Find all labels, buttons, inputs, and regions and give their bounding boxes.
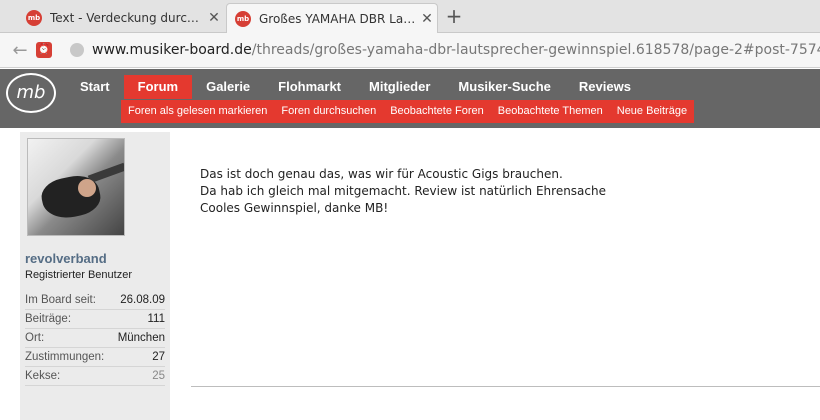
site-header: mb Start Forum Galerie Flohmarkt Mitglie… [0, 69, 820, 128]
user-stats: Im Board seit: 26.08.09 Beiträge: 111 Or… [25, 291, 165, 386]
stat-row: Beiträge: 111 [25, 310, 165, 329]
stat-value: 25 [152, 370, 165, 382]
nav-item-musiker-suche[interactable]: Musiker-Suche [444, 75, 564, 99]
nav-item-flohmarkt[interactable]: Flohmarkt [264, 75, 355, 99]
hand-shape [78, 179, 96, 197]
browser-tabstrip: mb Text - Verdeckung durch … ✕ mb Großes… [0, 0, 820, 34]
stat-label: Kekse: [25, 370, 61, 382]
nav-item-mitglieder[interactable]: Mitglieder [355, 75, 444, 99]
globe-icon [70, 43, 84, 57]
user-title: Registrierter Benutzer [25, 269, 132, 281]
stat-label: Beiträge: [25, 313, 72, 325]
post-area: revolverband Registrierter Benutzer Im B… [0, 128, 820, 420]
extension-icon[interactable]: ⏰ [36, 42, 52, 58]
back-arrow-icon[interactable]: ← [8, 39, 32, 63]
stat-value: 27 [152, 351, 165, 363]
subnav-mark-read[interactable]: Foren als gelesen markieren [121, 100, 274, 123]
post-divider [191, 386, 820, 387]
url-path: /threads/großes-yamaha-dbr-lautsprecher-… [251, 42, 820, 58]
stat-value: 26.08.09 [120, 294, 165, 306]
url-field[interactable]: www.musiker-board.de/threads/großes-yama… [92, 42, 820, 58]
close-tab-icon[interactable]: ✕ [417, 11, 437, 27]
stat-label: Zustimmungen: [25, 351, 105, 363]
nav-item-start[interactable]: Start [66, 75, 124, 99]
sub-nav: Foren als gelesen markieren Foren durchs… [121, 100, 695, 123]
username-link[interactable]: revolverband [25, 251, 107, 266]
new-tab-button[interactable]: + [444, 5, 464, 27]
stat-row: Zustimmungen: 27 [25, 348, 165, 367]
nav-item-forum[interactable]: Forum [123, 75, 193, 99]
tab-title: Großes YAMAHA DBR Lau… [259, 12, 417, 26]
stat-value[interactable]: 111 [148, 313, 165, 328]
message-line: Das ist doch genau das, was wir für Acou… [200, 167, 563, 181]
subnav-watched-threads[interactable]: Beobachtete Themen [491, 100, 610, 123]
site-logo[interactable]: mb [6, 73, 56, 113]
stat-value[interactable]: München [118, 332, 165, 347]
close-tab-icon[interactable]: ✕ [204, 10, 224, 26]
url-host: www.musiker-board.de [92, 42, 252, 58]
post-message: Das ist doch genau das, was wir für Acou… [200, 166, 800, 217]
browser-tab-active[interactable]: mb Großes YAMAHA DBR Lau… ✕ [226, 3, 438, 34]
nav-item-reviews[interactable]: Reviews [565, 75, 645, 99]
message-line: Cooles Gewinnspiel, danke MB! [200, 201, 389, 215]
user-info-panel: revolverband Registrierter Benutzer Im B… [20, 132, 170, 420]
guitar-neck-shape [87, 162, 124, 184]
subnav-search-forums[interactable]: Foren durchsuchen [274, 100, 383, 123]
stat-row: Kekse: 25 [25, 367, 165, 386]
stat-label: Ort: [25, 332, 45, 344]
subnav-new-posts[interactable]: Neue Beiträge [610, 100, 694, 123]
tab-title: Text - Verdeckung durch … [50, 11, 204, 25]
browser-tab[interactable]: mb Text - Verdeckung durch … ✕ [18, 3, 224, 33]
nav-item-galerie[interactable]: Galerie [192, 75, 264, 99]
site-favicon-icon: mb [26, 10, 42, 26]
address-bar: ← ⏰ www.musiker-board.de/threads/großes-… [0, 33, 820, 68]
stat-label: Im Board seit: [25, 294, 96, 306]
stat-row: Im Board seit: 26.08.09 [25, 291, 165, 310]
stat-row: Ort: München [25, 329, 165, 348]
main-nav: Start Forum Galerie Flohmarkt Mitglieder… [66, 75, 645, 99]
site-favicon-icon: mb [235, 11, 251, 27]
subnav-watched-forums[interactable]: Beobachtete Foren [383, 100, 491, 123]
message-line: Da hab ich gleich mal mitgemacht. Review… [200, 184, 606, 198]
avatar[interactable] [27, 138, 125, 236]
